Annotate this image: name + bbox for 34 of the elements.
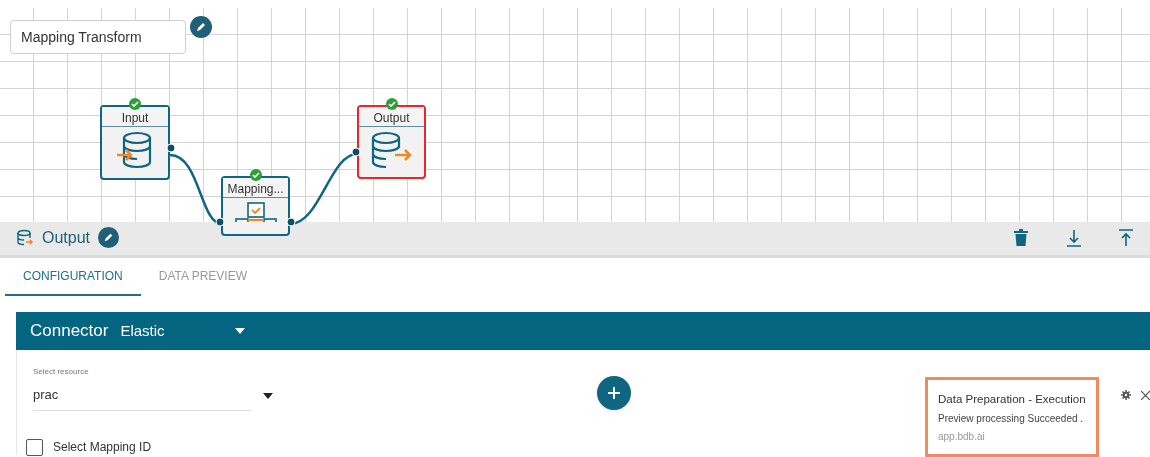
port-icon: [166, 143, 176, 153]
pipeline-name-field[interactable]: Mapping Transform: [10, 20, 186, 54]
database-output-icon: [370, 131, 413, 169]
database-output-icon: [16, 228, 34, 247]
settings-icon[interactable]: [1121, 390, 1131, 400]
checkbox[interactable]: [26, 438, 43, 456]
download-icon[interactable]: [1066, 228, 1082, 247]
plus-icon: [607, 386, 621, 400]
edit-icon[interactable]: [98, 227, 120, 248]
notification-message: Preview processing Succeeded .: [938, 412, 1085, 427]
resource-dropdown[interactable]: prac: [33, 382, 273, 410]
upload-icon[interactable]: [1118, 228, 1134, 247]
edit-icon[interactable]: [190, 16, 212, 38]
mapping-icon: [233, 202, 278, 222]
notification-title: Data Preparation - Execution: [938, 392, 1086, 407]
panel-title: Output: [42, 227, 91, 248]
checkbox-label: Select Mapping ID: [53, 439, 152, 456]
close-icon[interactable]: [1141, 390, 1150, 400]
connector-dropdown[interactable]: Elastic: [120, 319, 246, 343]
tab[interactable]: CONFIGURATION: [5, 258, 141, 296]
connector-label: Connector: [30, 320, 109, 343]
pipeline-node[interactable]: Input: [100, 105, 170, 180]
add-button[interactable]: [597, 376, 631, 410]
field-label: Select resource: [33, 366, 89, 378]
pipeline-node[interactable]: Output: [357, 105, 426, 179]
caret-icon: [263, 393, 273, 399]
port-icon: [351, 147, 361, 157]
node-label: Output: [359, 107, 424, 127]
notification-source: app.bdb.ai: [938, 430, 986, 445]
node-label: Mapping...: [223, 178, 288, 198]
node-label: Input: [102, 107, 168, 127]
pipeline-node[interactable]: Mapping...: [221, 176, 290, 236]
caret-icon: [235, 328, 246, 334]
delete-icon[interactable]: [1014, 229, 1028, 246]
